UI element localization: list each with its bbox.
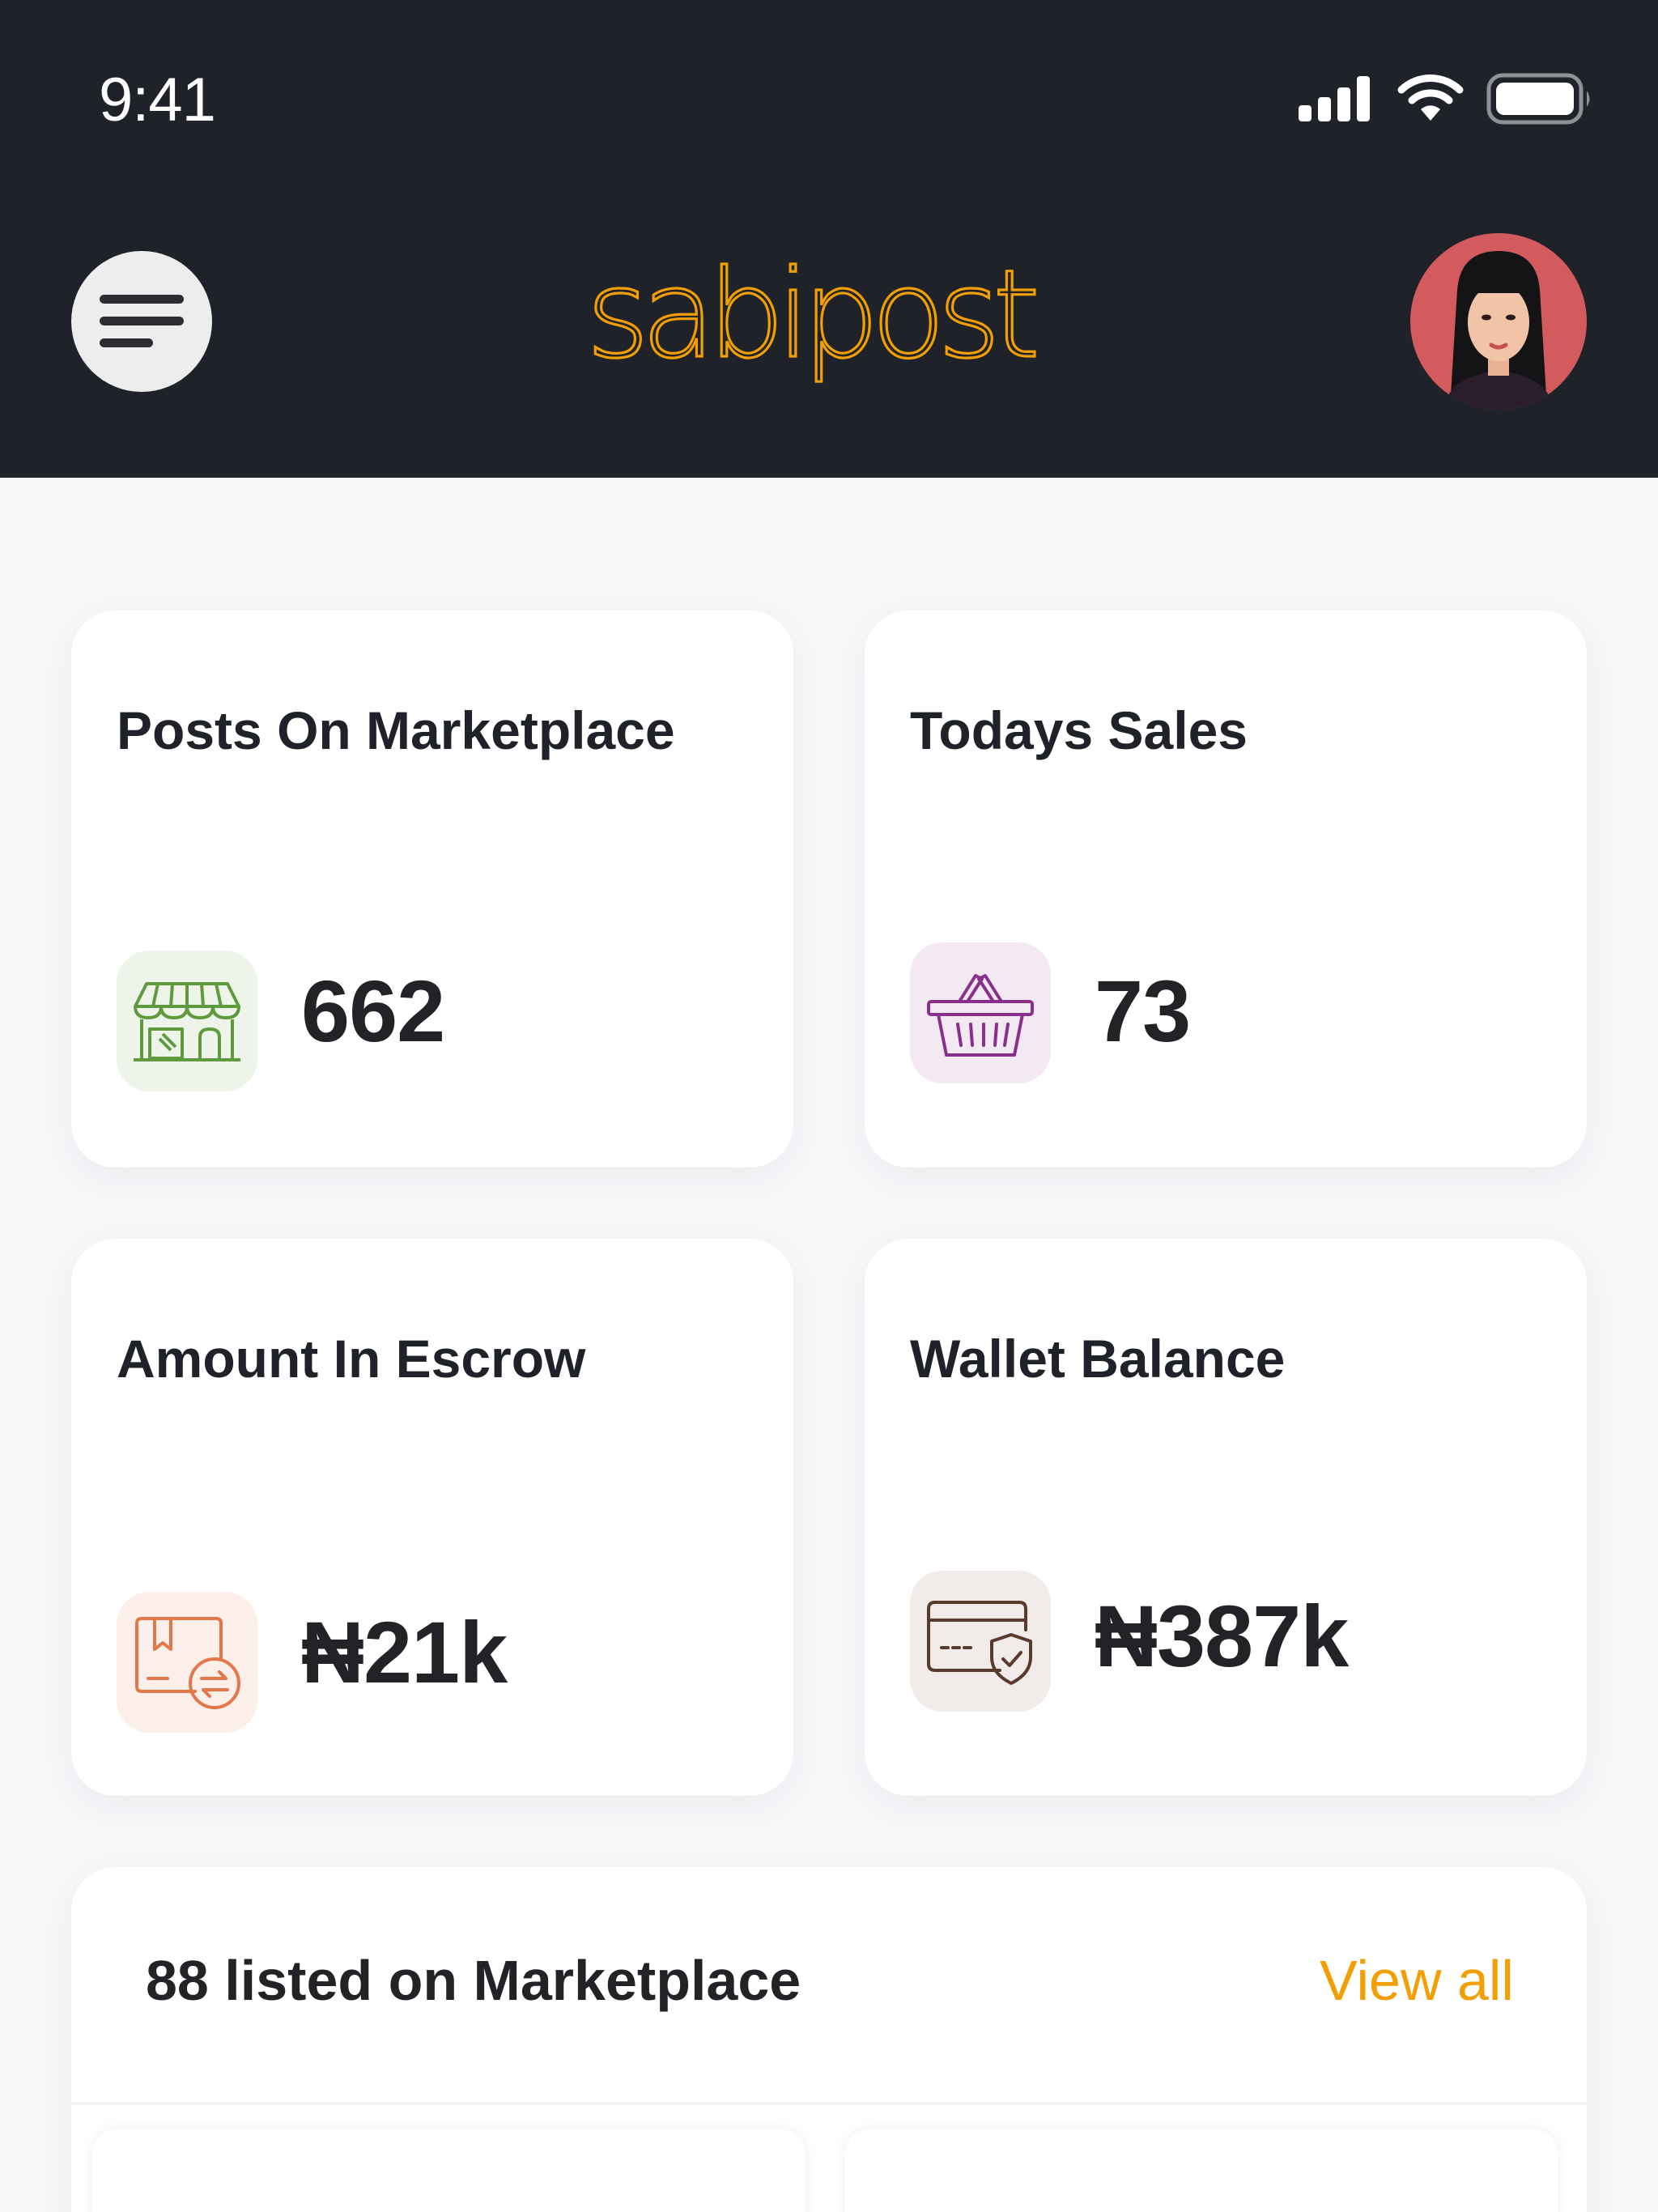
stat-card-sales[interactable]: Todays Sales 73	[865, 610, 1587, 1168]
stat-card-value: 662	[301, 962, 445, 1060]
marketplace-listings-panel: 88 listed on Marketplace View all	[71, 1867, 1587, 2212]
listing-card[interactable]	[92, 2129, 805, 2212]
wifi-icon	[1397, 74, 1464, 121]
stat-card-title: Posts On Marketplace	[117, 700, 675, 760]
hamburger-icon	[100, 295, 184, 347]
stat-card-title: Wallet Balance	[910, 1329, 1286, 1389]
stat-card-value: ₦387k	[1095, 1587, 1349, 1685]
battery-icon	[1486, 73, 1590, 125]
card-shield-icon	[910, 1571, 1051, 1712]
stat-card-escrow[interactable]: Amount In Escrow ₦21k	[71, 1239, 793, 1796]
sabipost-logo[interactable]: sabipost	[581, 220, 1043, 415]
view-all-link[interactable]: View all	[1320, 1948, 1514, 2013]
avatar-portrait	[1443, 251, 1554, 410]
app-header: 9:41 sabipost	[0, 0, 1658, 478]
stat-card-title: Todays Sales	[910, 700, 1248, 760]
storefront-icon	[117, 951, 257, 1091]
listings-title: 88 listed on Marketplace	[146, 1949, 801, 2012]
stat-card-value: 73	[1095, 962, 1191, 1060]
svg-text:sabipost: sabipost	[586, 245, 1035, 385]
panel-divider	[71, 2102, 1587, 2105]
stat-card-value: ₦21k	[301, 1603, 508, 1701]
stat-card-posts[interactable]: Posts On Marketplace 662	[71, 610, 793, 1168]
menu-button[interactable]	[71, 251, 212, 392]
stat-card-wallet[interactable]: Wallet Balance ₦387k	[865, 1239, 1587, 1796]
package-exchange-icon	[117, 1592, 257, 1733]
status-time: 9:41	[99, 66, 216, 134]
stat-card-title: Amount In Escrow	[117, 1329, 586, 1389]
listing-card[interactable]	[845, 2129, 1558, 2212]
signal-icon	[1299, 76, 1370, 121]
user-avatar[interactable]	[1410, 233, 1587, 410]
status-icons	[1297, 73, 1593, 125]
basket-icon	[910, 942, 1051, 1083]
